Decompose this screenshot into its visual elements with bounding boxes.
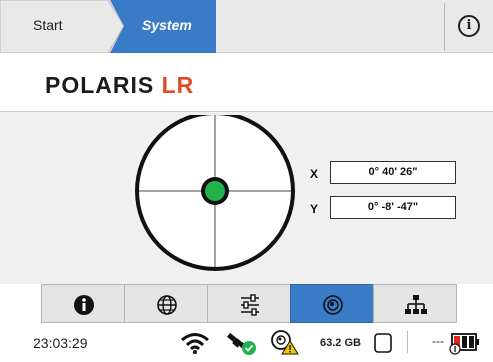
tab-settings[interactable]: [207, 284, 291, 323]
wifi-icon: [181, 333, 209, 354]
clock-time: 23:03:29: [33, 335, 88, 351]
network-icon: [405, 295, 427, 314]
level-target-icon: [323, 295, 343, 315]
breadcrumb-start-label: Start: [33, 17, 63, 33]
nav-tabs: [41, 284, 457, 323]
level-target: [135, 115, 295, 271]
sliders-icon: [241, 294, 259, 316]
info-icon: [74, 295, 94, 315]
x-value-field: 0° 40' 26": [330, 161, 456, 184]
breadcrumb-system-label: System: [142, 17, 192, 33]
info-circle-icon: i: [458, 15, 480, 37]
info-button[interactable]: i: [444, 3, 492, 51]
logo-main-text: POLARIS: [45, 72, 155, 98]
x-label: X: [310, 167, 319, 181]
breadcrumb-start[interactable]: Start: [0, 0, 124, 53]
status-bar: 23:03:29 63.2 GB ---: [0, 323, 493, 362]
tab-info[interactable]: [41, 284, 125, 323]
tab-network[interactable]: [373, 284, 457, 323]
level-bubble: [205, 181, 225, 201]
header-bar: Start System i: [0, 0, 493, 53]
y-value-field: 0° -8' -47": [330, 196, 456, 219]
disc-warning-icon: [271, 330, 299, 355]
tab-globe[interactable]: [124, 284, 208, 323]
status-divider: [407, 331, 408, 353]
satellite-ok-icon: [227, 332, 256, 355]
storage-size: 63.2 GB: [320, 337, 361, 349]
logo-bar: POLARIS LR: [0, 54, 493, 111]
breadcrumb-system[interactable]: System: [110, 0, 230, 53]
logo-suffix-text: LR: [161, 72, 195, 98]
signal-dashes: ---: [432, 334, 444, 348]
y-label: Y: [310, 202, 319, 216]
storage-icon: [374, 333, 392, 353]
globe-icon: [157, 295, 177, 315]
tab-level[interactable]: [290, 284, 374, 323]
battery-low-icon: [449, 333, 479, 355]
polaris-lr-logo: POLARIS LR: [45, 72, 194, 99]
